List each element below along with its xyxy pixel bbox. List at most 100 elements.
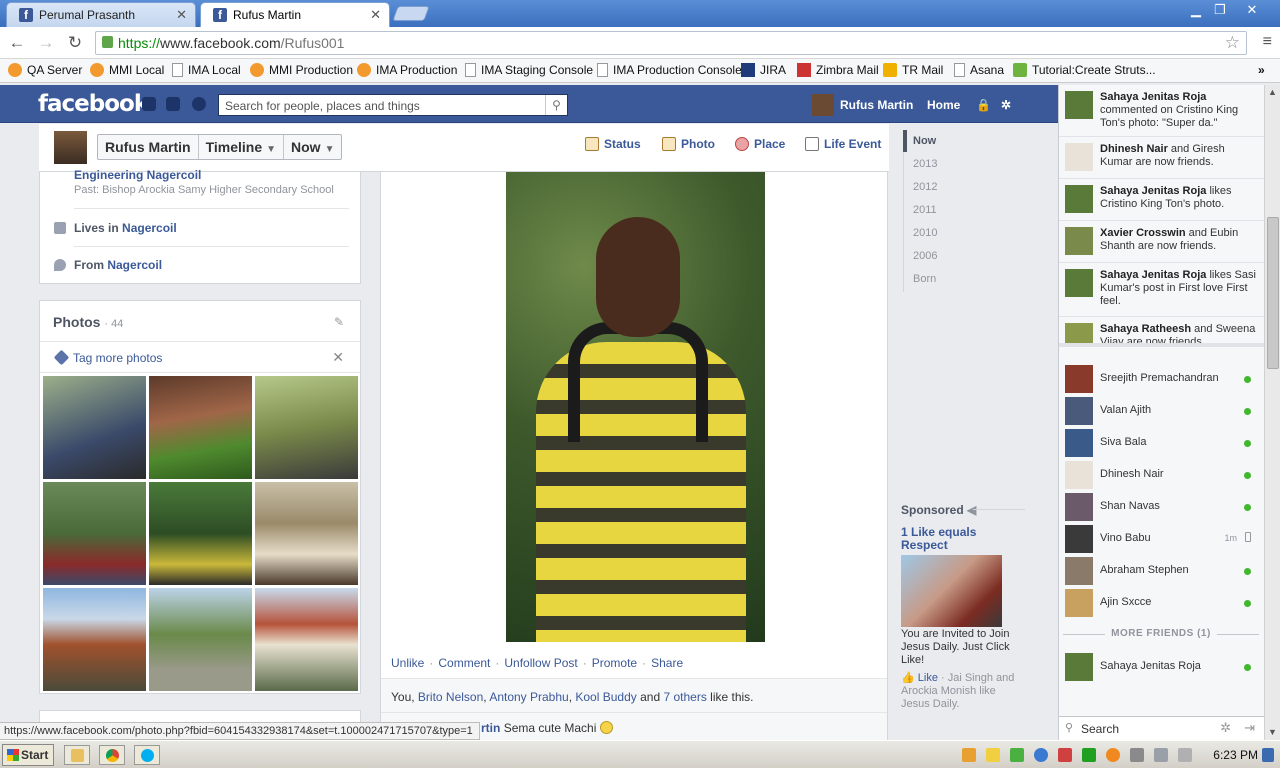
- promote-link[interactable]: Promote: [592, 656, 637, 670]
- chat-friend[interactable]: Dhinesh Nair: [1059, 459, 1265, 491]
- home-link[interactable]: Home: [927, 98, 960, 112]
- scrubber-year[interactable]: 2010: [913, 227, 937, 239]
- ticker-item[interactable]: Sahaya Ratheesh and Sweena Vijay are now…: [1059, 317, 1265, 343]
- chat-friend[interactable]: Abraham Stephen: [1059, 555, 1265, 587]
- close-tab-icon[interactable]: ✕: [370, 7, 381, 23]
- scrubber-year[interactable]: 2012: [913, 181, 937, 193]
- bookmark-asana[interactable]: Asana: [954, 63, 1004, 77]
- tag-more-photos-row[interactable]: Tag more photos ✕: [40, 341, 360, 373]
- photo-thumbnail[interactable]: [43, 376, 146, 479]
- ad-title[interactable]: 1 Like equals Respect: [901, 526, 1011, 552]
- ticker-item[interactable]: Sahaya Jenitas Roja commented on Cristin…: [1059, 85, 1265, 137]
- photo-thumbnail[interactable]: [149, 482, 252, 585]
- reload-icon[interactable]: ↻: [64, 33, 86, 53]
- photo-thumbnail[interactable]: [255, 376, 358, 479]
- chat-search-input[interactable]: ⚲ Search ✲ ⇥: [1059, 716, 1265, 740]
- place-button[interactable]: Place: [735, 137, 785, 151]
- photos-heading[interactable]: Photos · 44: [53, 314, 123, 330]
- friend-requests-icon[interactable]: [142, 97, 156, 111]
- scrubber-year[interactable]: 2011: [913, 204, 937, 216]
- photo-thumbnail[interactable]: [255, 482, 358, 585]
- scrubber-born[interactable]: Born: [913, 273, 936, 285]
- tray-green-icon[interactable]: [1082, 748, 1096, 762]
- photo-thumbnail[interactable]: [43, 482, 146, 585]
- photo-thumbnail[interactable]: [43, 588, 146, 691]
- chat-friend[interactable]: Vino Babu 1m: [1059, 523, 1265, 555]
- comment-link[interactable]: Comment: [438, 656, 490, 670]
- tray-update-icon[interactable]: [1106, 748, 1120, 762]
- privacy-shortcuts-icon[interactable]: 🔒: [976, 98, 991, 112]
- scroll-up-icon[interactable]: ▲: [1268, 87, 1277, 97]
- chat-friend[interactable]: Shan Navas: [1059, 491, 1265, 523]
- bookmark-jira[interactable]: JIRA: [741, 63, 786, 77]
- profile-picture[interactable]: [54, 131, 87, 164]
- unfollow-post-link[interactable]: Unfollow Post: [504, 656, 577, 670]
- show-desktop-icon[interactable]: [1262, 748, 1274, 762]
- tray-network-icon[interactable]: [1034, 748, 1048, 762]
- ad-like-link[interactable]: Like: [918, 672, 938, 684]
- photo-thumbnail[interactable]: [149, 588, 252, 691]
- chat-friend[interactable]: Sreejith Premachandran: [1059, 363, 1265, 395]
- tray-flag-icon[interactable]: [1154, 748, 1168, 762]
- bookmark-ima-staging-console[interactable]: IMA Staging Console: [465, 63, 593, 77]
- chrome-menu-icon[interactable]: ≡: [1263, 33, 1272, 51]
- bookmark-mmi-local[interactable]: MMI Local: [90, 63, 164, 77]
- others-link[interactable]: 7 others: [663, 690, 706, 704]
- bookmark-qa-server[interactable]: QA Server: [8, 63, 82, 77]
- explorer-taskbar-button[interactable]: [64, 745, 90, 765]
- bookmark-mmi-production[interactable]: MMI Production: [250, 63, 353, 77]
- minimize-icon[interactable]: ▁: [1184, 2, 1208, 18]
- chrome-taskbar-button[interactable]: [99, 745, 125, 765]
- main-photo[interactable]: [506, 172, 765, 642]
- unlike-link[interactable]: Unlike: [391, 656, 424, 670]
- forward-icon[interactable]: →: [35, 33, 57, 53]
- chat-friend[interactable]: Siva Bala: [1059, 427, 1265, 459]
- liker-link[interactable]: Antony Prabhu: [489, 690, 568, 704]
- page-scrollbar[interactable]: ▲ ▼: [1264, 85, 1280, 740]
- tray-volume-icon[interactable]: [1178, 748, 1192, 762]
- browser-tab-perumal[interactable]: f Perumal Prasanth ✕: [6, 2, 196, 27]
- close-window-icon[interactable]: ✕: [1240, 2, 1264, 18]
- notifications-icon[interactable]: [192, 97, 206, 111]
- gear-icon[interactable]: ✲: [1220, 720, 1231, 736]
- education-link[interactable]: Engineering Nagercoil: [74, 168, 201, 182]
- bookmark-ima-production[interactable]: IMA Production: [357, 63, 457, 77]
- crumb-timeline[interactable]: Timeline ▼: [199, 135, 285, 159]
- lives-in-link[interactable]: Nagercoil: [122, 221, 177, 235]
- crumb-name[interactable]: Rufus Martin: [98, 135, 199, 159]
- bookmark-ima-production-console[interactable]: IMA Production Console: [597, 63, 742, 77]
- new-tab-button[interactable]: [392, 6, 430, 21]
- account-settings-gear-icon[interactable]: ✲: [1001, 98, 1011, 112]
- bookmark-tutorial-struts[interactable]: Tutorial:Create Struts...: [1013, 63, 1156, 77]
- popout-icon[interactable]: ⇥: [1244, 720, 1255, 736]
- bookmark-ima-local[interactable]: IMA Local: [172, 63, 241, 77]
- address-bar[interactable]: https://www.facebook.com/Rufus001 ☆: [95, 31, 1247, 55]
- close-icon[interactable]: ✕: [332, 349, 344, 366]
- scroll-down-icon[interactable]: ▼: [1268, 727, 1277, 737]
- tray-check-icon[interactable]: [1010, 748, 1024, 762]
- avatar[interactable]: [812, 94, 834, 116]
- edit-pencil-icon[interactable]: ✎: [334, 315, 344, 329]
- ticker-item[interactable]: Dhinesh Nair and Giresh Kumar are now fr…: [1059, 137, 1265, 179]
- restore-icon[interactable]: ❐: [1208, 2, 1232, 18]
- more-bookmarks-icon[interactable]: »: [1258, 63, 1265, 77]
- bookmark-star-icon[interactable]: ☆: [1225, 33, 1240, 53]
- facebook-logo[interactable]: facebook: [38, 91, 149, 117]
- close-tab-icon[interactable]: ✕: [176, 7, 187, 23]
- back-icon[interactable]: ←: [6, 33, 28, 53]
- scrubber-now[interactable]: Now: [913, 135, 936, 147]
- skype-taskbar-button[interactable]: [134, 745, 160, 765]
- search-icon[interactable]: ⚲: [545, 95, 567, 115]
- browser-tab-rufus[interactable]: f Rufus Martin ✕: [200, 2, 390, 27]
- chat-friend[interactable]: Ajin Sxcce: [1059, 587, 1265, 619]
- scrubber-year[interactable]: 2006: [913, 250, 937, 262]
- ticker-item[interactable]: Xavier Crosswin and Eubin Shanth are now…: [1059, 221, 1265, 263]
- photo-button[interactable]: Photo: [662, 137, 715, 151]
- tray-computer-icon[interactable]: [1130, 748, 1144, 762]
- share-link[interactable]: Share: [651, 656, 683, 670]
- life-event-button[interactable]: Life Event: [805, 137, 881, 151]
- start-button[interactable]: Start: [2, 744, 54, 766]
- bookmark-zimbra-mail[interactable]: Zimbra Mail: [797, 63, 879, 77]
- comment-author-link[interactable]: rtin: [481, 721, 500, 735]
- tray-app-icon[interactable]: [962, 748, 976, 762]
